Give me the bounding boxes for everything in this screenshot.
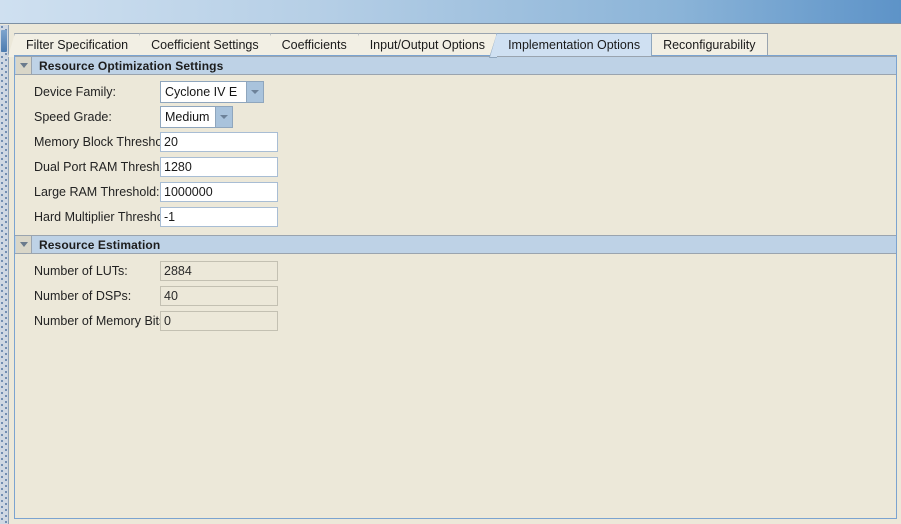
form-row: Dual Port RAM Threshold: [15,154,896,179]
number-of-memory-bits-output [160,310,278,331]
tab-filter-specification[interactable]: Filter Specification [6,33,141,58]
tab-reconfigurability[interactable]: Reconfigurability [644,33,768,58]
tab-content-area: Filter Specification Coefficient Settings… [6,24,901,524]
field-label: Device Family: [34,84,116,99]
tab-coefficient-settings[interactable]: Coefficient Settings [132,33,271,58]
section-header[interactable]: Resource Estimation [15,235,896,254]
field-label: Speed Grade: [34,109,112,124]
combo-selected-value: Medium [165,109,210,124]
triangle-down-icon[interactable] [16,236,32,253]
section-header[interactable]: Resource Optimization Settings [15,56,896,75]
section-title: Resource Estimation [39,237,161,252]
chevron-glyph [220,114,229,119]
tab-implementation-options[interactable]: Implementation Options [489,33,653,58]
implementation-options-panel: Resource Optimization Settings Device Fam… [14,55,897,519]
form-row: Number of DSPs: [15,283,896,308]
combo-selected-value: Cyclone IV E [165,84,238,99]
number-of-luts-output [160,260,278,281]
number-of-dsps-output [160,285,278,306]
field-label: Large RAM Threshold: [34,184,160,199]
form-row: Device Family: Cyclone IV E [15,79,896,104]
section-body: Device Family: Cyclone IV E Speed Grade: Me… [15,75,896,235]
application-window: Filter Specification Coefficient Settings… [0,0,901,524]
chevron-down-icon[interactable] [215,106,233,127]
form-row: Number of Memory Bits: [15,308,896,333]
memory-block-threshold-input[interactable] [160,131,278,152]
form-row: Speed Grade: Medium [15,104,896,129]
form-row: Number of LUTs: [15,258,896,283]
tab-coefficients[interactable]: Coefficients [262,33,359,58]
form-row: Large RAM Threshold: [15,179,896,204]
field-label: Number of LUTs: [34,263,128,278]
field-label: Number of DSPs: [34,288,132,303]
hard-multiplier-threshold-input[interactable] [160,206,278,227]
pane-splitter[interactable] [0,25,9,524]
pane-splitter-thumb[interactable] [1,30,7,52]
tab-bar: Filter Specification Coefficient Settings… [6,30,768,58]
triangle-glyph [19,242,28,247]
field-label: Number of Memory Bits: [34,313,169,328]
device-family-combo[interactable]: Cyclone IV E [160,80,264,103]
speed-grade-combo[interactable]: Medium [160,105,234,128]
section-body: Number of LUTs: Number of DSPs: Number of … [15,254,896,339]
form-row: Memory Block Threshold: [15,129,896,154]
chevron-down-icon[interactable] [246,81,263,102]
tab-input-output-options[interactable]: Input/Output Options [350,33,498,58]
field-label: Memory Block Threshold: [34,134,176,149]
chevron-glyph [251,89,259,94]
section-title: Resource Optimization Settings [39,58,224,73]
dual-port-ram-threshold-input[interactable] [160,156,278,177]
field-label: Hard Multiplier Threshold: [34,209,177,224]
triangle-glyph [19,63,28,68]
window-titlebar [0,0,901,24]
triangle-down-icon[interactable] [16,57,32,74]
field-label: Dual Port RAM Threshold: [34,159,180,174]
large-ram-threshold-input[interactable] [160,181,278,202]
form-row: Hard Multiplier Threshold: [15,204,896,229]
